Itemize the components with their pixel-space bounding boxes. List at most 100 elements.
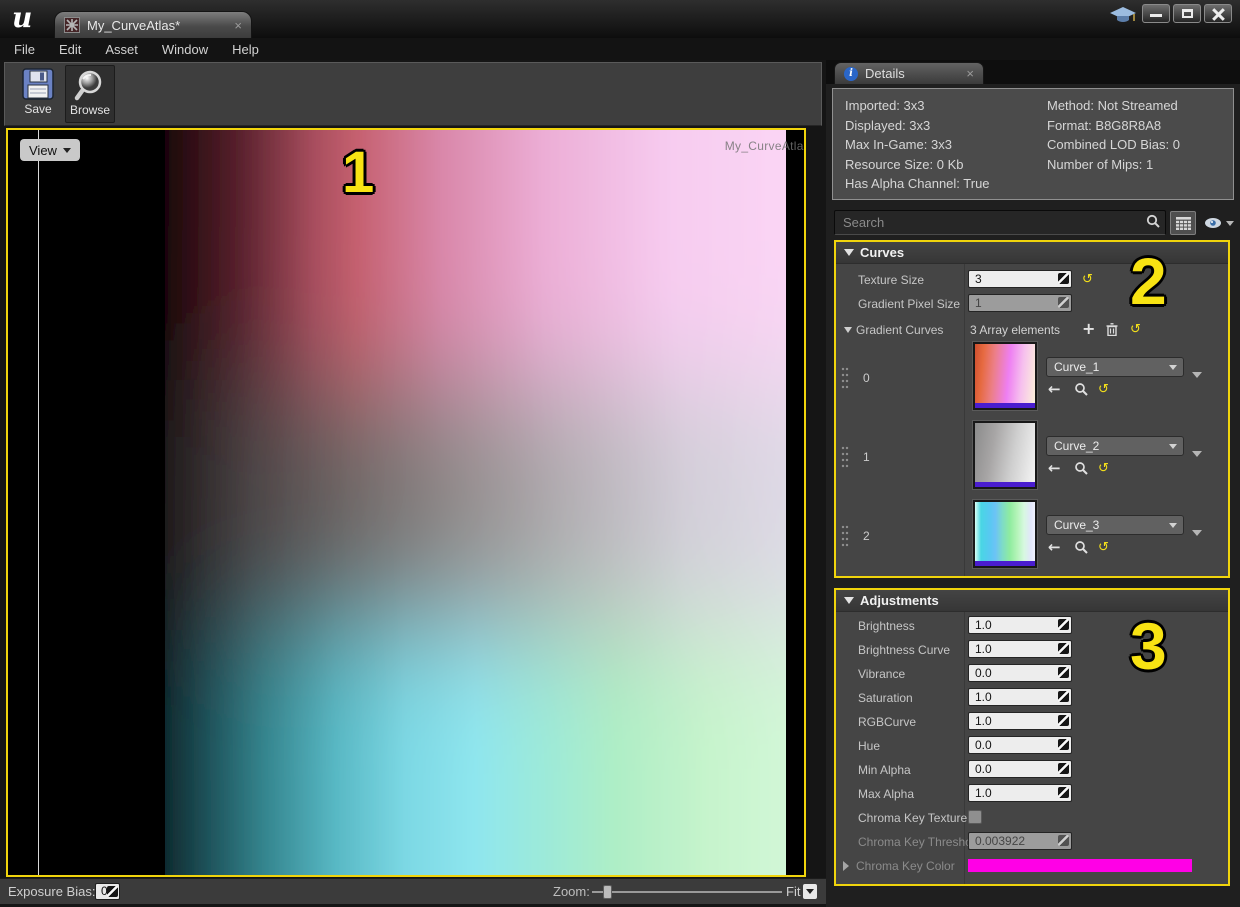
chroma-key-color-swatch[interactable] — [968, 859, 1192, 872]
collapse-triangle-icon[interactable] — [844, 249, 854, 256]
expand-triangle-icon[interactable] — [843, 861, 849, 871]
expand-chevron-icon[interactable] — [1192, 372, 1202, 378]
browse-to-asset-icon[interactable] — [1074, 461, 1088, 475]
expand-chevron-icon[interactable] — [1192, 530, 1202, 536]
annotation-number-1: 1 — [342, 140, 375, 205]
drag-spinner-icon[interactable] — [107, 886, 118, 897]
reset-to-default-icon[interactable]: ↺ — [1098, 541, 1109, 554]
view-dropdown-button[interactable]: View — [20, 139, 80, 161]
drag-spinner-icon[interactable] — [1058, 273, 1069, 284]
drag-spinner-icon[interactable] — [1058, 691, 1069, 702]
min-alpha-input[interactable]: 0.0 — [968, 760, 1072, 778]
use-selected-arrow-icon[interactable]: ← — [1048, 382, 1061, 397]
details-tab-close-icon[interactable]: × — [966, 67, 974, 80]
browse-to-asset-icon[interactable] — [1074, 540, 1088, 554]
brightness-input[interactable]: 1.0 — [968, 616, 1072, 634]
delete-all-trash-icon[interactable] — [1106, 323, 1118, 336]
brightness-curve-row: Brightness Curve 1.0 — [836, 638, 1228, 662]
curve-2-thumbnail[interactable] — [972, 420, 1038, 490]
search-input[interactable] — [834, 210, 1166, 235]
menu-asset[interactable]: Asset — [105, 42, 138, 57]
details-tab[interactable]: i Details × — [834, 62, 984, 84]
drag-spinner-icon[interactable] — [1058, 715, 1069, 726]
adjustments-section: Adjustments Brightness 1.0 Brightness Cu… — [834, 588, 1230, 886]
curve-asset-dropdown[interactable]: Curve_2 — [1046, 436, 1184, 456]
unreal-logo-icon: u — [12, 1, 33, 34]
drag-spinner-icon — [1058, 297, 1069, 308]
brightness-label: Brightness — [858, 619, 915, 633]
property-matrix-button[interactable] — [1170, 211, 1196, 235]
curve-asset-dropdown[interactable]: Curve_1 — [1046, 357, 1184, 377]
adjustments-section-header[interactable]: Adjustments — [836, 590, 1228, 612]
brightness-curve-label: Brightness Curve — [858, 643, 951, 657]
viewport-status-bar: Exposure Bias: 0 Zoom: Fit — [0, 878, 826, 904]
browse-button[interactable]: Browse — [65, 65, 115, 123]
exposure-bias-input[interactable]: 0 — [95, 883, 120, 900]
menu-window[interactable]: Window — [162, 42, 208, 57]
restore-button[interactable] — [1173, 4, 1201, 23]
info-displayed: Displayed: 3x3 — [845, 117, 931, 133]
fit-dropdown[interactable] — [803, 884, 817, 899]
saturation-value: 1.0 — [975, 690, 992, 704]
save-button[interactable]: Save — [13, 65, 63, 123]
max-alpha-input[interactable]: 1.0 — [968, 784, 1072, 802]
details-tab-bar: i Details × — [826, 60, 1240, 84]
vibrance-input[interactable]: 0.0 — [968, 664, 1072, 682]
view-options-button[interactable] — [1201, 211, 1237, 235]
curve-1-thumbnail[interactable] — [972, 341, 1038, 411]
curve-name: Curve_3 — [1054, 518, 1100, 532]
minimize-button[interactable] — [1142, 4, 1170, 23]
zoom-slider-track[interactable] — [592, 891, 782, 893]
drag-spinner-icon[interactable] — [1058, 763, 1069, 774]
asset-tab[interactable]: My_CurveAtlas* × — [54, 11, 252, 38]
rgbcurve-input[interactable]: 1.0 — [968, 712, 1072, 730]
chroma-key-threshold-value: 0.003922 — [975, 834, 1026, 848]
chevron-down-icon — [1169, 444, 1177, 449]
max-alpha-row: Max Alpha 1.0 — [836, 782, 1228, 806]
reset-to-default-icon[interactable]: ↺ — [1130, 323, 1141, 336]
saturation-input[interactable]: 1.0 — [968, 688, 1072, 706]
collapse-triangle-icon[interactable] — [844, 597, 854, 604]
hue-input[interactable]: 0.0 — [968, 736, 1072, 754]
curves-section-header[interactable]: Curves — [836, 242, 1228, 264]
use-selected-arrow-icon[interactable]: ← — [1048, 540, 1061, 555]
drag-spinner-icon[interactable] — [1058, 667, 1069, 678]
close-button[interactable] — [1204, 4, 1232, 23]
drag-spinner-icon[interactable] — [1058, 739, 1069, 750]
drag-handle[interactable] — [841, 366, 849, 390]
expand-triangle-icon[interactable] — [844, 327, 852, 333]
info-format: Format: B8G8R8A8 — [1047, 117, 1162, 133]
brightness-curve-value: 1.0 — [975, 642, 992, 656]
reset-to-default-icon[interactable]: ↺ — [1098, 383, 1109, 396]
texture-preview-viewport[interactable]: View My_CurveAtlas — [6, 128, 806, 877]
curve-asset-dropdown[interactable]: Curve_3 — [1046, 515, 1184, 535]
drag-handle[interactable] — [841, 524, 849, 548]
zoom-slider-handle[interactable] — [603, 885, 612, 899]
brightness-curve-input[interactable]: 1.0 — [968, 640, 1072, 658]
tutorial-cap-icon[interactable] — [1110, 6, 1136, 26]
reset-to-default-icon[interactable]: ↺ — [1098, 462, 1109, 475]
drag-spinner-icon[interactable] — [1058, 787, 1069, 798]
tab-close-icon[interactable]: × — [234, 19, 242, 32]
drag-handle[interactable] — [841, 445, 849, 469]
browse-to-asset-icon[interactable] — [1074, 382, 1088, 396]
use-selected-arrow-icon[interactable]: ← — [1048, 461, 1061, 476]
zoom-label: Zoom: — [553, 884, 590, 899]
element-index: 1 — [863, 450, 870, 464]
min-alpha-value: 0.0 — [975, 762, 992, 776]
menu-edit[interactable]: Edit — [59, 42, 81, 57]
toolbar: Save Browse — [4, 62, 822, 126]
vibrance-row: Vibrance 0.0 — [836, 662, 1228, 686]
chroma-key-texture-checkbox[interactable] — [968, 810, 982, 824]
curve-3-thumbnail[interactable] — [972, 499, 1038, 569]
texture-size-input[interactable]: 3 — [968, 270, 1072, 288]
saturation-row: Saturation 1.0 — [836, 686, 1228, 710]
drag-spinner-icon[interactable] — [1058, 643, 1069, 654]
menu-file[interactable]: File — [14, 42, 35, 57]
menu-help[interactable]: Help — [232, 42, 259, 57]
expand-chevron-icon[interactable] — [1192, 451, 1202, 457]
drag-spinner-icon[interactable] — [1058, 619, 1069, 630]
add-element-icon[interactable]: + — [1082, 321, 1095, 337]
title-bar: u My_CurveAtlas* × — [0, 0, 1240, 38]
reset-to-default-icon[interactable]: ↺ — [1082, 273, 1093, 286]
